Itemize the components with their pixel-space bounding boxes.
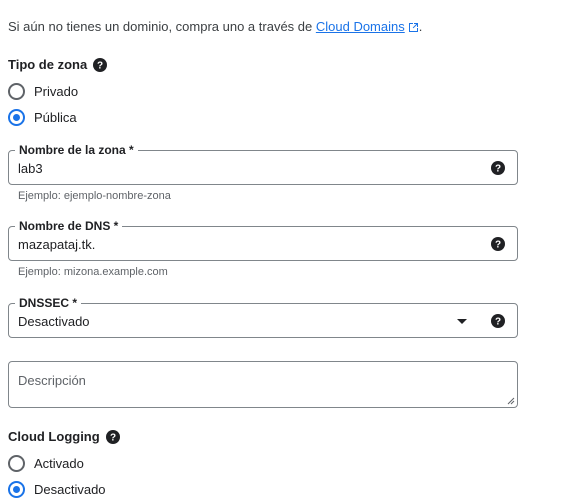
svg-text:?: ? [495,164,501,175]
cloud-logging-heading: Cloud Logging ? [8,429,120,444]
dns-name-input[interactable]: mazapataj.tk. [18,237,95,252]
radio-label: Desactivado [34,482,106,497]
cloud-logging-label: Cloud Logging [8,429,100,444]
resize-handle-icon[interactable] [507,397,515,405]
radio-activado[interactable]: Activado [8,455,84,472]
zone-name-field[interactable]: Nombre de la zona * lab3 ? [8,143,518,185]
dns-name-field[interactable]: Nombre de DNS * mazapataj.tk. ? [8,219,518,261]
svg-text:?: ? [97,60,103,71]
intro-text: Si aún no tienes un dominio, compra uno … [8,19,422,34]
intro-text-body: Si aún no tienes un dominio, compra uno … [8,19,316,34]
zone-name-input[interactable]: lab3 [18,161,43,176]
help-icon[interactable]: ? [491,314,505,328]
dropdown-arrow-icon[interactable] [457,319,467,324]
radio-publica[interactable]: Pública [8,109,77,126]
svg-text:?: ? [495,240,501,251]
zone-type-heading: Tipo de zona ? [8,57,108,72]
cloud-domains-link[interactable]: Cloud Domains [316,19,405,34]
help-icon[interactable]: ? [491,237,505,251]
radio-button-checked[interactable] [8,109,25,126]
radio-button[interactable] [8,455,25,472]
radio-label: Privado [34,84,79,99]
radio-label: Activado [34,456,84,471]
radio-privado[interactable]: Privado [8,83,78,100]
dnssec-label: DNSSEC * [15,296,82,310]
zone-name-label: Nombre de la zona * [15,143,138,157]
svg-text:?: ? [110,432,116,443]
svg-text:?: ? [495,317,501,328]
dnssec-select[interactable]: DNSSEC * Desactivado ? [8,296,518,338]
dns-name-hint: Ejemplo: mizona.example.com [18,266,168,278]
zone-type-label: Tipo de zona [8,57,88,72]
intro-suffix: . [418,19,423,34]
dns-name-label: Nombre de DNS * [15,219,123,233]
help-icon[interactable]: ? [93,57,108,72]
external-link-icon[interactable] [408,22,419,33]
radio-desactivado[interactable]: Desactivado [8,481,106,498]
description-textarea[interactable]: Descripción [8,361,518,408]
dnssec-value[interactable]: Desactivado [18,314,90,329]
radio-button[interactable] [8,83,25,100]
radio-label: Pública [34,110,77,125]
radio-button-checked[interactable] [8,481,25,498]
zone-name-hint: Ejemplo: ejemplo-nombre-zona [18,190,171,202]
help-icon[interactable]: ? [105,429,120,444]
help-icon[interactable]: ? [491,161,505,175]
description-placeholder: Descripción [18,373,86,388]
